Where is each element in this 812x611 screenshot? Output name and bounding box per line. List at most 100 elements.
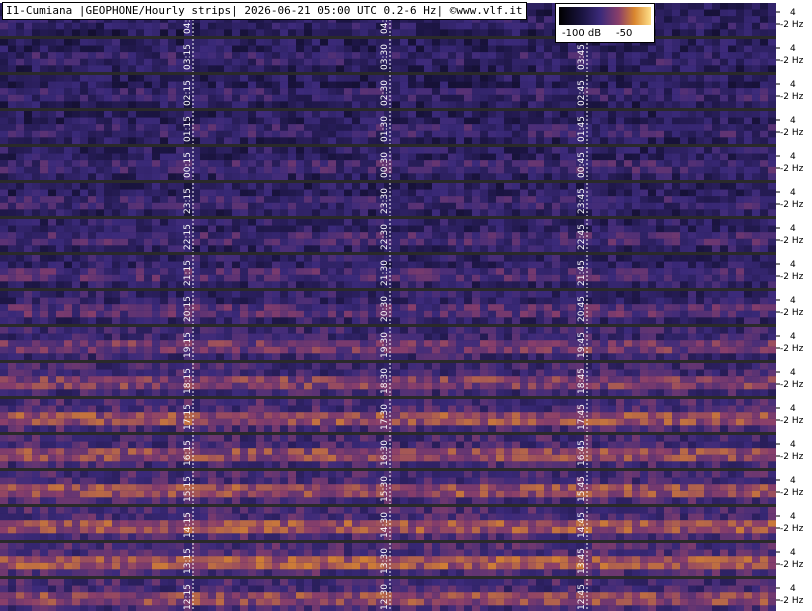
strip-cell	[480, 166, 488, 174]
strip-cell	[520, 238, 528, 246]
strip-cell	[488, 81, 496, 89]
strip-cell	[352, 45, 360, 53]
strip-cell	[64, 340, 72, 347]
strip-cell	[496, 29, 504, 36]
strip-cell	[456, 117, 464, 125]
strip-cell	[496, 202, 504, 210]
strip-cell	[56, 137, 64, 144]
strip-cell	[656, 137, 664, 144]
strip-cell	[752, 147, 760, 154]
strip-cell	[312, 268, 320, 275]
strip-cell	[744, 101, 752, 108]
strip-cell	[752, 16, 760, 23]
strip-cell	[320, 117, 328, 125]
strip-cell	[64, 58, 72, 66]
strip-cell	[120, 225, 128, 233]
strip-cell	[480, 340, 488, 347]
strip-cell	[328, 137, 336, 144]
y-tick-label: -2 Hz	[780, 92, 804, 102]
strip-cell	[224, 209, 232, 216]
strip-cell	[600, 173, 608, 180]
strip-cell	[272, 58, 280, 66]
strip-cell	[216, 166, 224, 174]
strip-cell	[488, 268, 496, 275]
strip-cell	[616, 255, 624, 262]
strip-cell	[736, 317, 744, 324]
strip-cell	[472, 245, 480, 252]
strip-cell	[552, 327, 560, 334]
strip-cell	[424, 291, 432, 298]
strip-cell	[248, 297, 256, 305]
strip-cell	[32, 94, 40, 102]
strip-cell	[368, 153, 376, 161]
strip-cell	[448, 29, 456, 36]
strip-cell	[64, 268, 72, 275]
strip-cell	[696, 88, 704, 95]
strip-cell	[704, 261, 712, 269]
strip-cell	[8, 369, 16, 377]
strip-cell	[112, 130, 120, 138]
strip-cell	[304, 333, 312, 341]
strip-cell	[712, 196, 720, 203]
strip-cell	[440, 238, 448, 246]
strip-cell	[496, 317, 504, 324]
strip-cell	[688, 340, 696, 347]
strip-cell	[272, 304, 280, 311]
strip-cell	[312, 52, 320, 59]
strip-cell	[624, 261, 632, 269]
strip-cell	[64, 101, 72, 108]
strip-cell	[96, 39, 104, 46]
strip-cell	[136, 58, 144, 66]
strip-cell	[64, 209, 72, 216]
strip-cell	[392, 189, 400, 197]
strip-cell	[112, 317, 120, 324]
strip-cell	[424, 219, 432, 226]
strip-cell	[760, 75, 768, 82]
strip-cell	[64, 81, 72, 89]
strip-cell	[256, 183, 264, 190]
strip-cell	[72, 153, 80, 161]
strip-cell	[456, 75, 464, 82]
strip-cell	[512, 353, 520, 360]
strip-cell	[488, 261, 496, 269]
strip-cell	[648, 333, 656, 341]
strip-cell	[136, 101, 144, 108]
strip-cell	[64, 22, 72, 30]
strip-separator	[0, 72, 776, 75]
strip-cell	[768, 45, 776, 53]
strip-cell	[272, 22, 280, 30]
strip-cell	[336, 281, 344, 288]
strip-cell	[96, 261, 104, 269]
strip-cell	[464, 310, 472, 318]
strip-cell	[544, 111, 552, 118]
strip-cell	[752, 261, 760, 269]
strip-cell	[760, 189, 768, 197]
strip-cell	[32, 327, 40, 334]
strip-cell	[168, 173, 176, 180]
strip-cell	[120, 232, 128, 239]
strip-cell	[32, 111, 40, 118]
strip-cell	[656, 297, 664, 305]
strip-cell	[552, 65, 560, 72]
strip-cell	[104, 137, 112, 144]
strip-cell	[496, 353, 504, 360]
strip-cell	[464, 255, 472, 262]
strip-cell	[208, 317, 216, 324]
strip-cell	[560, 353, 568, 360]
strip-cell	[680, 189, 688, 197]
strip-cell	[600, 88, 608, 95]
strip-cell	[352, 209, 360, 216]
strip-cell	[328, 39, 336, 46]
strip-cell	[168, 238, 176, 246]
strip-cell	[160, 238, 168, 246]
strip-cell	[768, 9, 776, 17]
strip-cell	[112, 52, 120, 59]
strip-cell	[520, 232, 528, 239]
strip-cell	[0, 94, 8, 102]
strip-cell	[544, 52, 552, 59]
strip-cell	[144, 166, 152, 174]
strip-cell	[528, 333, 536, 341]
strip-cell	[624, 202, 632, 210]
strip-cell	[296, 327, 304, 334]
strip-cell	[592, 225, 600, 233]
